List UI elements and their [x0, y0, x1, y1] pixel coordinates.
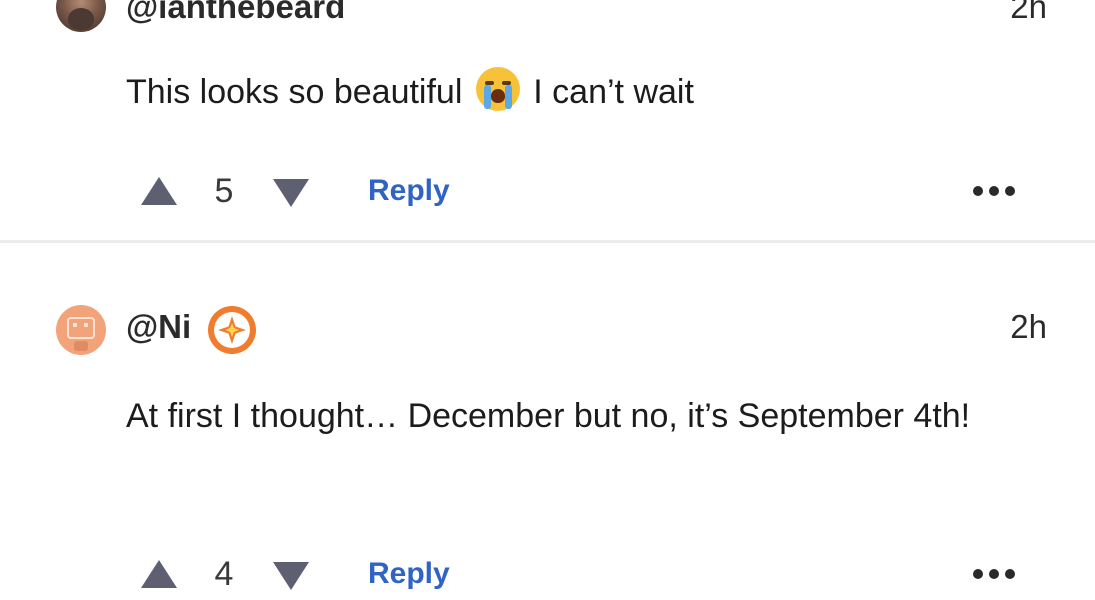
comment: @ianthebeard 2h This looks so beautiful … — [0, 0, 1095, 240]
avatar-body — [74, 341, 88, 351]
comment: @Ni 2h At first I thought… December but … — [0, 243, 1095, 600]
avatar[interactable] — [56, 0, 106, 32]
comment-body-text-continued: I can’t wait — [523, 73, 694, 111]
comment-body-text: This looks so beautiful — [126, 73, 472, 111]
avatar-face — [67, 317, 95, 339]
comment-feed: @ianthebeard 2h This looks so beautiful … — [0, 0, 1095, 600]
comment-author-handle[interactable]: @Ni — [126, 307, 191, 347]
comment-actions: 4 Reply — [0, 549, 1095, 599]
comment-actions: 5 Reply — [0, 166, 1095, 216]
more-options-icon[interactable] — [973, 569, 1017, 579]
comment-body: At first I thought… December but no, it’… — [126, 397, 971, 435]
upvote-arrow-icon[interactable] — [140, 176, 178, 206]
downvote-arrow-icon[interactable] — [272, 178, 310, 208]
more-options-icon[interactable] — [973, 186, 1017, 196]
comment-timestamp: 2h — [1010, 308, 1047, 345]
comment-timestamp: 2h — [1010, 0, 1047, 25]
vote-count: 4 — [214, 555, 234, 593]
loudly-crying-face-emoji-icon — [475, 67, 520, 111]
comment-body: This looks so beautiful I can’t wait — [126, 67, 1046, 117]
sparkle-badge-icon[interactable] — [208, 306, 256, 354]
upvote-arrow-icon[interactable] — [140, 559, 178, 589]
avatar-beard — [68, 8, 94, 30]
avatar[interactable] — [56, 305, 106, 355]
vote-count: 5 — [214, 172, 234, 210]
reply-button[interactable]: Reply — [368, 552, 450, 596]
comment-author-handle[interactable]: @ianthebeard — [126, 0, 345, 27]
downvote-arrow-icon[interactable] — [272, 561, 310, 591]
reply-button[interactable]: Reply — [368, 169, 450, 213]
